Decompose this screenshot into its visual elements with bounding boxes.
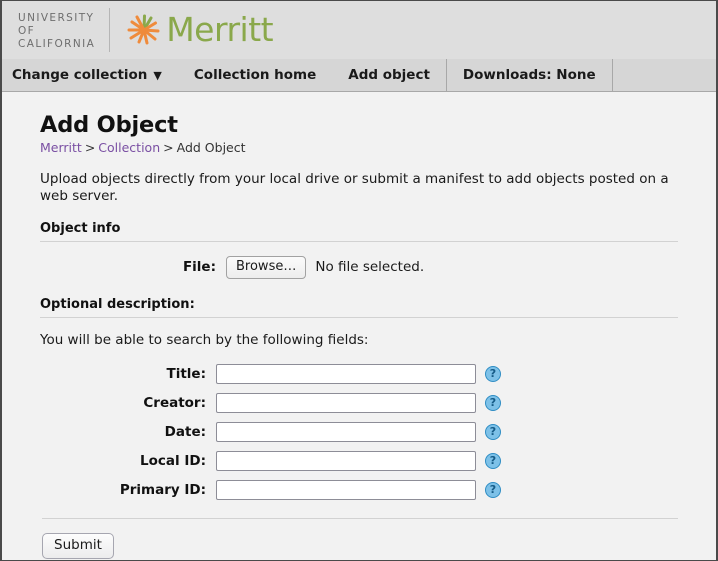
main-navigation: Change collection ▼ Collection home Add … bbox=[2, 59, 716, 92]
description-fields: Title: ? Creator: ? Date: ? Local ID: ? bbox=[40, 364, 696, 501]
main-content: Add Object Merritt > Collection > Add Object… bbox=[2, 92, 716, 559]
creator-label: Creator: bbox=[143, 395, 206, 412]
local-id-label: Local ID: bbox=[140, 453, 206, 470]
date-label: Date: bbox=[164, 424, 206, 441]
browse-button[interactable]: Browse… bbox=[226, 255, 307, 280]
field-row-date: Date: ? bbox=[40, 422, 696, 443]
help-icon-local-id[interactable]: ? bbox=[485, 453, 501, 470]
title-input[interactable] bbox=[216, 364, 476, 385]
date-input[interactable] bbox=[216, 422, 476, 443]
uc-logo-line-3: CALIFORNIA bbox=[18, 38, 96, 50]
help-icon-date[interactable]: ? bbox=[485, 424, 501, 441]
breadcrumb-separator-2: > bbox=[163, 140, 174, 155]
uc-logo-line-1: UNIVERSITY bbox=[18, 12, 95, 24]
nav-downloads[interactable]: Downloads: None bbox=[445, 59, 613, 91]
browser-page: UNIVERSITY OF CALIFORNIA Merritt Change … bbox=[0, 0, 718, 561]
section-heading-optional-description: Optional description: bbox=[40, 297, 678, 319]
nav-change-collection[interactable]: Change collection ▼ bbox=[2, 59, 178, 91]
field-row-creator: Creator: ? bbox=[40, 393, 696, 414]
file-label: File: bbox=[182, 259, 216, 276]
help-icon-primary-id[interactable]: ? bbox=[485, 482, 501, 499]
nav-change-collection-label: Change collection bbox=[12, 67, 148, 83]
merritt-starburst-icon bbox=[127, 14, 160, 45]
local-id-input[interactable] bbox=[216, 451, 476, 472]
help-icon-title[interactable]: ? bbox=[485, 366, 501, 383]
merritt-wordmark: Merritt bbox=[166, 10, 274, 49]
nav-downloads-label: Downloads: None bbox=[462, 67, 596, 83]
intro-text: Upload objects directly from your local … bbox=[40, 171, 669, 204]
help-icon-creator[interactable]: ? bbox=[485, 395, 501, 412]
breadcrumb-link-merritt[interactable]: Merritt bbox=[40, 140, 82, 155]
section-heading-object-info: Object info bbox=[40, 221, 678, 242]
primary-id-input[interactable] bbox=[216, 480, 476, 501]
merritt-logo[interactable]: Merritt bbox=[110, 10, 274, 50]
submit-divider bbox=[42, 518, 678, 520]
chevron-down-icon: ▼ bbox=[153, 68, 162, 82]
field-row-local-id: Local ID: ? bbox=[40, 451, 696, 472]
breadcrumb-current: Add Object bbox=[176, 140, 246, 155]
title-label: Title: bbox=[166, 366, 206, 383]
uc-logo: UNIVERSITY OF CALIFORNIA bbox=[18, 8, 111, 52]
file-upload-row: File: Browse… No file selected. bbox=[40, 255, 696, 280]
breadcrumb: Merritt > Collection > Add Object bbox=[40, 140, 696, 155]
breadcrumb-separator-1: > bbox=[84, 140, 96, 155]
field-row-primary-id: Primary ID: ? bbox=[40, 480, 696, 501]
page-title: Add Object bbox=[40, 112, 178, 138]
breadcrumb-link-collection[interactable]: Collection bbox=[98, 140, 160, 155]
nav-collection-home[interactable]: Collection home bbox=[178, 59, 332, 91]
uc-logo-line-2: OF bbox=[18, 25, 36, 37]
search-fields-note: You will be able to search by the follow… bbox=[40, 332, 369, 349]
site-header: UNIVERSITY OF CALIFORNIA Merritt bbox=[2, 1, 716, 59]
creator-input[interactable] bbox=[216, 393, 476, 414]
field-row-title: Title: ? bbox=[40, 364, 696, 385]
nav-collection-home-label: Collection home bbox=[193, 67, 317, 83]
nav-add-object-label: Add object bbox=[348, 67, 430, 83]
submit-button[interactable]: Submit bbox=[42, 533, 114, 559]
nav-add-object[interactable]: Add object bbox=[332, 59, 446, 91]
file-status-text: No file selected. bbox=[315, 259, 425, 276]
primary-id-label: Primary ID: bbox=[119, 482, 206, 499]
